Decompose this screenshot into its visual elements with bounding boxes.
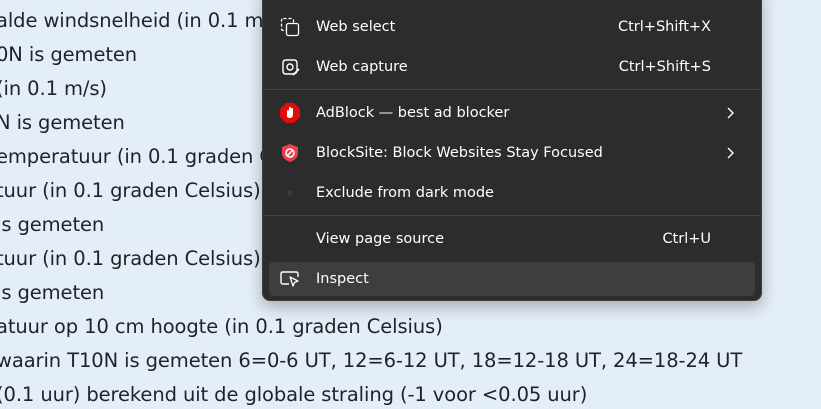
page-text-line: is gemeten (0, 213, 105, 236)
menu-item-label: Web capture (316, 59, 408, 75)
menu-item-label: Inspect (316, 271, 369, 287)
dark-mode-icon (279, 182, 301, 204)
menu-item-web-select[interactable]: Web select Ctrl+Shift+X (269, 10, 755, 44)
page-text-line: 0N is gemeten (0, 43, 138, 66)
inspect-icon (279, 268, 301, 290)
menu-item-view-page-source[interactable]: View page source Ctrl+U (269, 222, 755, 256)
page-text-line: (in 0.1 m/s) (0, 77, 107, 100)
context-menu: Web select Ctrl+Shift+X Web capture Ctrl… (262, 0, 762, 301)
menu-item-inspect[interactable]: Inspect (269, 262, 755, 296)
menu-item-blocksite[interactable]: BlockSite: Block Websites Stay Focused (269, 136, 755, 170)
menu-item-label: View page source (316, 231, 444, 247)
chevron-right-icon (723, 146, 737, 160)
menu-item-adblock[interactable]: AdBlock — best ad blocker (269, 96, 755, 130)
web-capture-icon (279, 56, 301, 78)
menu-item-label: BlockSite: Block Websites Stay Focused (316, 145, 603, 161)
page-text-line: tuur (in 0.1 graden Celsius) (0, 179, 261, 202)
web-select-icon (279, 16, 301, 38)
browser-page: alde windsnelheid (in 0.1 m/s) 0N is gem… (0, 0, 821, 409)
page-text-line: is gemeten (0, 281, 105, 304)
page-text-line: N is gemeten (0, 111, 125, 134)
menu-item-web-capture[interactable]: Web capture Ctrl+Shift+S (269, 50, 755, 84)
menu-item-label: Exclude from dark mode (316, 185, 494, 201)
menu-separator (263, 89, 761, 90)
adblock-icon (279, 102, 301, 124)
page-text-line: atuur op 10 cm hoogte (in 0.1 graden Cel… (0, 315, 443, 338)
shortcut-label: Ctrl+U (662, 231, 711, 247)
menu-item-label: AdBlock — best ad blocker (316, 105, 510, 121)
menu-item-exclude-dark-mode[interactable]: Exclude from dark mode (269, 176, 755, 210)
shortcut-label: Ctrl+Shift+X (618, 19, 711, 35)
menu-item-label: Web select (316, 19, 396, 35)
menu-separator (263, 215, 761, 216)
page-text-line: waarin T10N is gemeten 6=0-6 UT, 12=6-12… (0, 349, 743, 372)
chevron-right-icon (723, 106, 737, 120)
shortcut-label: Ctrl+Shift+S (618, 59, 711, 75)
page-text-line: (0.1 uur) berekend uit de globale strali… (0, 383, 588, 406)
blocksite-shield-icon (279, 142, 301, 164)
page-text-line: alde windsnelheid (in 0.1 m/s) (0, 9, 288, 32)
page-text-line: tuur (in 0.1 graden Celsius) (0, 247, 261, 270)
